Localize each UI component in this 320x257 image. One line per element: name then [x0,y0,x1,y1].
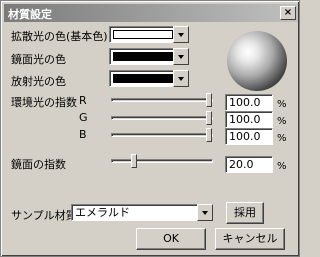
sample-material-select[interactable]: エメラルド [71,204,211,221]
ambient-r-unit: % [277,99,287,110]
ambient-g-label: G [79,111,88,124]
sample-material-label: サンプル材質 [11,209,77,222]
ambient-g-unit: % [277,116,287,127]
ambient-label: 環境光の指数 [11,96,77,109]
emissive-color-label: 放射光の色 [11,75,66,88]
title-bar: 材質設定 × [4,4,298,22]
ok-button[interactable]: OK [136,228,206,250]
specular-color-swatch[interactable] [109,48,177,65]
ambient-r-slider[interactable] [111,93,213,107]
ambient-b-slider[interactable] [111,128,213,142]
specular-power-thumb[interactable] [131,154,137,168]
specular-power-slider[interactable] [111,154,213,168]
specular-power-unit: % [277,161,287,172]
ambient-b-thumb[interactable] [206,128,212,142]
ambient-r-thumb[interactable] [206,93,212,107]
close-button[interactable]: × [280,6,296,20]
ambient-r-label: R [79,94,87,107]
ambient-g-thumb[interactable] [206,111,212,125]
specular-color-fill [113,52,173,61]
cancel-button[interactable]: キャンセル [215,228,285,250]
emissive-color-dropdown-icon[interactable] [173,70,189,87]
ambient-g-slider[interactable] [111,111,213,125]
emissive-color-swatch[interactable] [109,70,177,87]
diffuse-color-fill [113,30,173,39]
specular-power-input[interactable]: 20.0 [225,156,273,173]
ambient-b-label: B [79,128,87,141]
ambient-b-unit: % [277,133,287,144]
ambient-g-input[interactable]: 100.0 [225,111,273,128]
specular-power-label: 鏡面の指数 [11,158,66,171]
material-settings-dialog: 材質設定 × 拡散光の色(基本色) 鏡面光の色 放射光の色 環境光の指数 R 1… [0,0,300,257]
diffuse-color-swatch[interactable] [109,26,177,43]
diffuse-color-label: 拡散光の色(基本色) [11,30,108,43]
material-preview-sphere [227,31,287,91]
specular-color-dropdown-icon[interactable] [173,48,189,65]
apply-button[interactable]: 採用 [226,202,264,224]
emissive-color-fill [113,74,173,83]
specular-color-label: 鏡面光の色 [11,53,66,66]
ambient-b-input[interactable]: 100.0 [225,128,273,145]
dialog-title: 材質設定 [8,8,52,21]
ambient-r-input[interactable]: 100.0 [225,94,273,111]
sample-material-dropdown-icon[interactable] [197,204,213,221]
diffuse-color-dropdown-icon[interactable] [173,26,189,43]
